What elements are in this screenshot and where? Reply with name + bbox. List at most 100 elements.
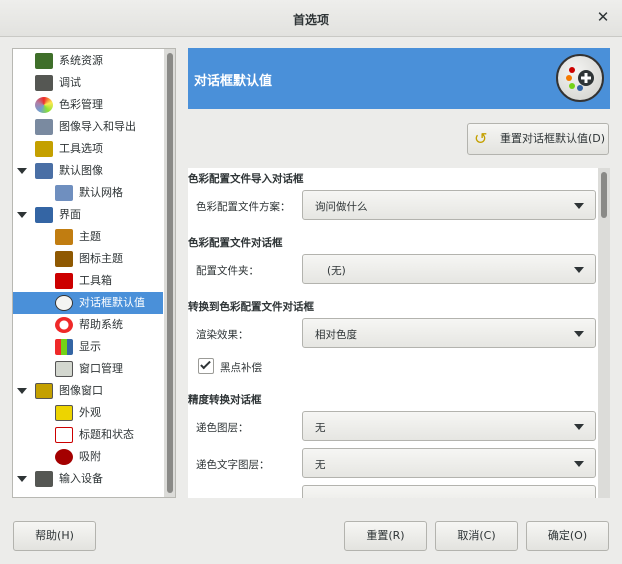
theme-icon [55,229,73,245]
image-import-export-icon [35,119,53,135]
expander-arrow-icon[interactable] [17,476,27,482]
reset-dialog-defaults-button[interactable]: ↺ 重置对话框默认值(D) [467,123,609,155]
rendering-intent-label: 渲染效果： [196,329,249,341]
color-profile-policy-value: 询问做什么 [315,201,368,213]
profile-folder-dropdown[interactable]: (无) [302,254,596,284]
tree-item-color-management[interactable]: 色彩管理 [13,94,163,116]
panel-scrollbar[interactable] [598,168,610,498]
expander-arrow-icon[interactable] [17,168,27,174]
color-profile-policy-dropdown[interactable]: 询问做什么 [302,190,596,220]
tree-item-label: 图标主题 [79,252,123,265]
title-status-icon [55,427,73,443]
tree-item-label: 图像导入和导出 [59,120,136,133]
tree-item-image-import-export[interactable]: 图像导入和导出 [13,116,163,138]
tree-item-label: 窗口管理 [79,362,123,375]
snapping-icon [55,449,73,465]
checkmark-icon [200,358,211,370]
default-grid-icon [55,185,73,201]
tree-item-label: 工具选项 [59,142,103,155]
tree-item-label: 默认网格 [79,186,123,199]
icon-theme-icon [55,251,73,267]
expander-arrow-icon[interactable] [17,388,27,394]
tree-item-interface[interactable]: 界面 [13,204,163,226]
tree-item-label: 系统资源 [59,54,103,67]
tree-item-label: 工具箱 [79,274,112,287]
tree-item-default-image[interactable]: 默认图像 [13,160,163,182]
tree-item-icon-theme[interactable]: 图标主题 [13,248,163,270]
color-profile-policy-label: 色彩配置文件方案： [196,201,291,213]
tree-item-label: 外观 [79,406,101,419]
tree-item-label: 界面 [59,208,81,221]
display-icon [55,339,73,355]
dither-text-layers-dropdown[interactable]: 无 [302,448,596,478]
window-title: 首选项 [292,13,329,27]
close-icon[interactable]: ✕ [596,9,610,25]
tree-item-snapping[interactable]: 吸附 [13,446,163,468]
dither-text-layers-label: 递色文字图层： [196,459,270,471]
tree-item-help-system[interactable]: 帮助系统 [13,314,163,336]
window-management-icon [55,361,73,377]
tree-scrollbar-thumb[interactable] [167,53,173,493]
tree-item-label: 标题和状态 [79,428,134,441]
color-management-icon [35,97,53,113]
ok-button[interactable]: 确定(O) [526,521,609,551]
tree-item-theme[interactable]: 主题 [13,226,163,248]
chevron-down-icon [574,203,584,209]
tree-item-toolbox[interactable]: 工具箱 [13,270,163,292]
tool-options-icon [35,141,53,157]
tree-item-system-resources[interactable]: 系统资源 [13,50,163,72]
tree-item-appearance[interactable]: 外观 [13,402,163,424]
tree-item-image-window[interactable]: 图像窗口 [13,380,163,402]
toolbox-icon [55,273,73,289]
reset-button[interactable]: 重置(R) [344,521,427,551]
tree-item-label: 图像窗口 [59,384,103,397]
default-image-icon [35,163,53,179]
tree-scrollbar[interactable] [164,48,176,498]
help-button[interactable]: 帮助(H) [13,521,96,551]
chevron-down-icon [574,267,584,273]
next-dropdown-partial[interactable] [302,485,596,498]
page-title: 对话框默认值 [194,74,273,89]
tree-item-label: 输入设备 [59,472,103,485]
image-window-icon [35,383,53,399]
tree-item-label: 对话框默认值 [79,296,145,309]
chevron-down-icon [574,424,584,430]
section-title-color-profile: 色彩配置文件对话框 [188,237,283,249]
dither-text-layers-value: 无 [315,459,326,471]
tree-item-display[interactable]: 显示 [13,336,163,358]
title-bar: 首选项 ✕ [0,0,622,37]
panel-scrollbar-thumb[interactable] [601,172,607,218]
appearance-icon [55,405,73,421]
tree-item-input-devices[interactable]: 输入设备 [13,468,163,490]
help-system-icon [55,317,73,333]
chevron-down-icon [574,461,584,467]
debug-icon [35,75,53,91]
input-devices-icon [35,471,53,487]
tree-item-window-management[interactable]: 窗口管理 [13,358,163,380]
tree-item-title-status[interactable]: 标题和状态 [13,424,163,446]
tree-item-label: 默认图像 [59,164,103,177]
dither-layers-value: 无 [315,422,326,434]
cancel-button[interactable]: 取消(C) [435,521,518,551]
tree-item-dialog-defaults[interactable]: 对话框默认值 [13,292,163,314]
tree-item-label: 色彩管理 [59,98,103,111]
dither-layers-dropdown[interactable]: 无 [302,411,596,441]
rendering-intent-dropdown[interactable]: 相对色度 [302,318,596,348]
section-title-convert-profile: 转换到色彩配置文件对话框 [188,301,314,313]
tree-item-label: 显示 [79,340,101,353]
black-point-compensation-checkbox[interactable] [198,358,214,374]
rendering-intent-value: 相对色度 [315,329,357,341]
tree-item-default-grid[interactable]: 默认网格 [13,182,163,204]
tree-item-label: 帮助系统 [79,318,123,331]
dialog-defaults-icon [55,295,73,311]
profile-folder-label: 配置文件夹： [196,265,259,277]
tree-item-debug[interactable]: 调试 [13,72,163,94]
reset-icon: ↺ [474,129,488,148]
tree-item-label: 吸附 [79,450,101,463]
preferences-tree: 系统资源 调试 色彩管理 图像导入和导出 工具选项 默认图像 默认网格 界面 主… [12,48,176,498]
dialog-defaults-panel: 色彩配置文件导入对话框 色彩配置文件方案： 询问做什么 色彩配置文件对话框 配置… [188,168,598,498]
tree-item-tool-options[interactable]: 工具选项 [13,138,163,160]
expander-arrow-icon[interactable] [17,212,27,218]
interface-icon [35,207,53,223]
section-title-precision: 精度转换对话框 [188,394,262,406]
